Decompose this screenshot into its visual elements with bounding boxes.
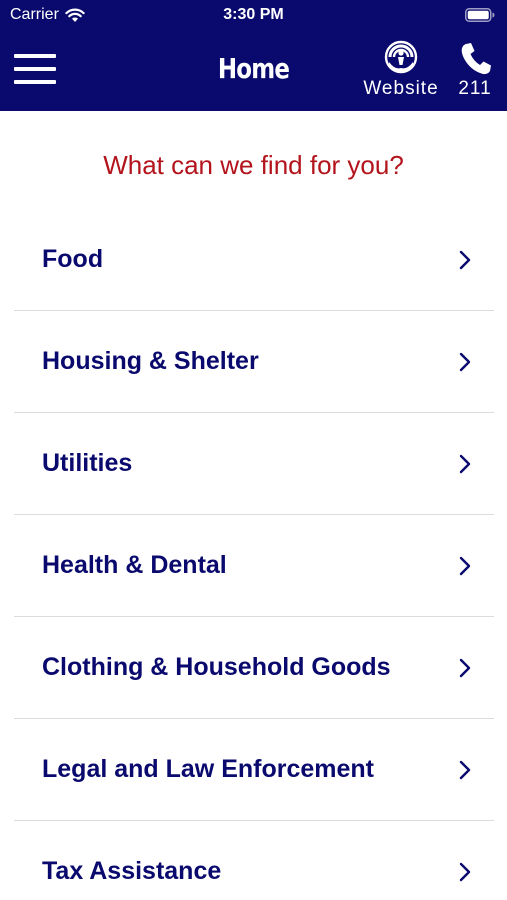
category-item-utilities[interactable]: Utilities <box>14 413 494 515</box>
chevron-right-icon <box>459 250 471 270</box>
chevron-right-icon <box>459 556 471 576</box>
website-label: Website <box>363 78 439 99</box>
category-label: Clothing & Household Goods <box>42 653 391 681</box>
category-item-food[interactable]: Food <box>14 209 494 311</box>
category-item-housing-shelter[interactable]: Housing & Shelter <box>14 311 494 413</box>
search-prompt: What can we find for you? <box>103 150 404 180</box>
phone-icon <box>461 43 491 75</box>
united-way-logo-icon <box>384 40 418 74</box>
call-label: 211 <box>458 78 492 99</box>
status-bar: Carrier 3:30 PM <box>0 0 507 32</box>
chevron-right-icon <box>459 862 471 882</box>
chevron-right-icon <box>459 454 471 474</box>
category-item-clothing-household[interactable]: Clothing & Household Goods <box>14 617 494 719</box>
category-label: Housing & Shelter <box>42 347 259 375</box>
call-211-button[interactable]: 211 <box>452 40 498 100</box>
chevron-right-icon <box>459 760 471 780</box>
category-label: Utilities <box>42 449 133 477</box>
header: Carrier 3:30 PM Home Website 211 <box>0 0 507 111</box>
app-screen: Carrier 3:30 PM Home Website 211 What ca… <box>0 0 507 900</box>
chevron-right-icon <box>459 352 471 372</box>
battery-icon <box>465 8 495 22</box>
category-item-tax-assistance[interactable]: Tax Assistance <box>14 821 494 900</box>
website-button[interactable]: Website <box>355 40 447 100</box>
status-time: 3:30 PM <box>223 6 284 23</box>
category-label: Health & Dental <box>42 551 227 579</box>
navigation-bar: Home Website 211 <box>0 32 507 111</box>
category-item-health-dental[interactable]: Health & Dental <box>14 515 494 617</box>
category-label: Food <box>42 245 104 273</box>
category-label: Legal and Law Enforcement <box>42 755 375 783</box>
category-item-legal-law-enforcement[interactable]: Legal and Law Enforcement <box>14 719 494 821</box>
category-list: Food Housing & Shelter Utilities Health … <box>14 209 494 900</box>
category-label: Tax Assistance <box>42 857 222 885</box>
chevron-right-icon <box>459 658 471 678</box>
